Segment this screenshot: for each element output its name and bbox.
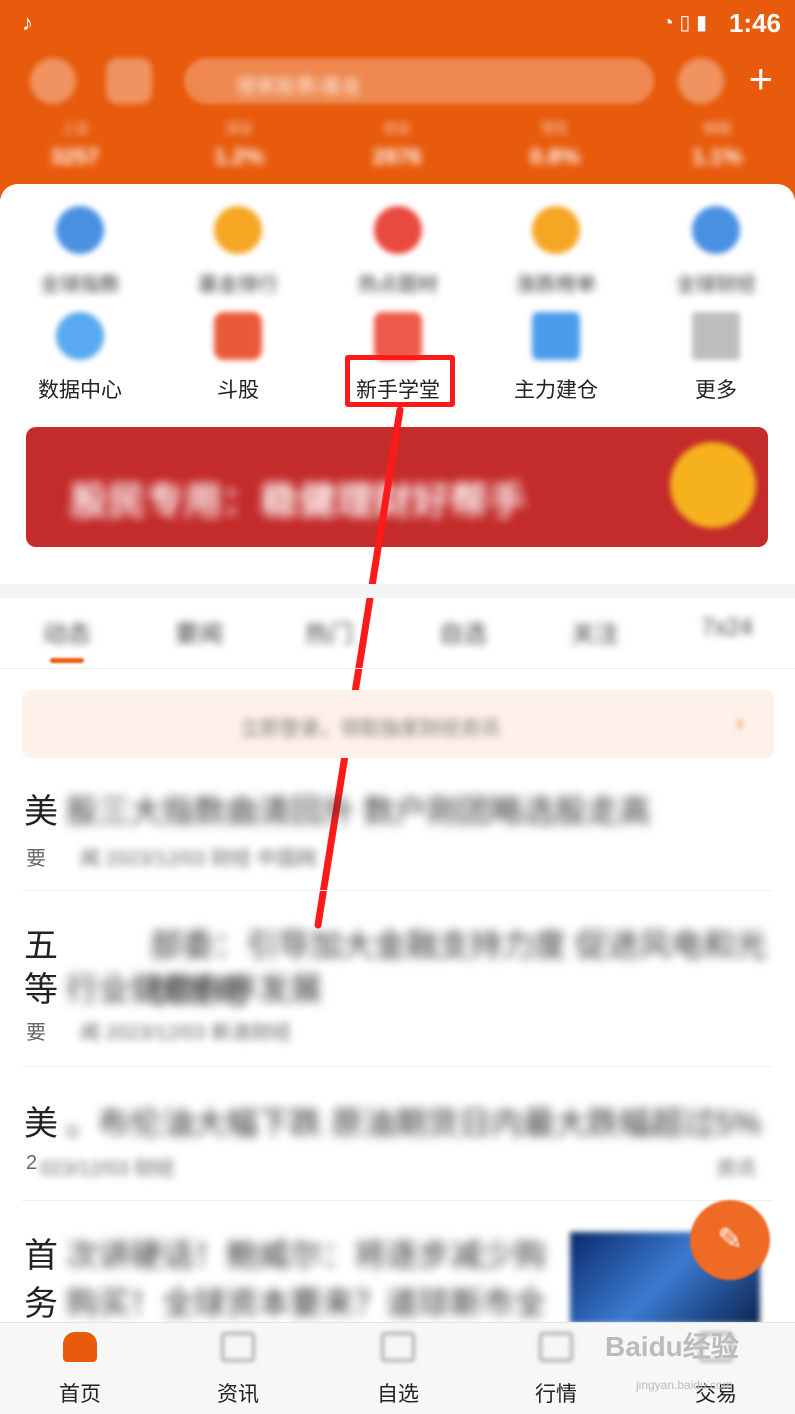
- nav-label: 行情: [535, 1383, 577, 1406]
- tab-active-indicator: [50, 658, 84, 663]
- divider: [0, 668, 795, 669]
- news-title[interactable]: 股三大指数曲清回升 数户刚团略选股走高: [66, 786, 651, 832]
- chevron-right-icon: ›: [736, 710, 744, 735]
- news-title-first-char: 等: [24, 971, 58, 1009]
- news-title-first-char: 务: [24, 1285, 58, 1323]
- news-title-first-char: 五: [24, 927, 58, 965]
- news-meta-first-char: 要: [26, 1022, 46, 1044]
- news-icon: [221, 1332, 255, 1362]
- news-meta-first-char: 2: [26, 1152, 38, 1174]
- compose-button[interactable]: ✎: [690, 1200, 770, 1280]
- tab-7x24[interactable]: 7x24: [672, 614, 782, 642]
- tab-dynamic[interactable]: 动态: [12, 614, 122, 649]
- nav-label: 资讯: [217, 1383, 259, 1406]
- news-title-first-char: 美: [24, 1105, 58, 1143]
- news-meta-tag: 资讯: [716, 1158, 756, 1180]
- watchlist-icon: [381, 1332, 415, 1362]
- home-icon: [63, 1332, 97, 1362]
- news-title-line2[interactable]: 购买！全球资本要来？道琼斯市全: [66, 1278, 546, 1324]
- divider: [22, 1066, 772, 1067]
- divider: [22, 890, 772, 891]
- nav-label: 自选: [377, 1383, 419, 1406]
- tab-follow[interactable]: 关注: [540, 614, 650, 649]
- news-meta: 闻 2023/12/03 财经 中国网: [80, 848, 317, 870]
- section-divider: [0, 584, 795, 598]
- nav-market[interactable]: 行情: [506, 1332, 606, 1408]
- login-notice-text: 立即登录，领取独家财经资讯: [240, 718, 500, 740]
- news-title[interactable]: 。布伦油大幅下跌 原油期货日内最大跌幅超过5%: [66, 1098, 761, 1144]
- nav-label: 首页: [59, 1383, 101, 1406]
- tab-hot[interactable]: 热门: [274, 614, 384, 649]
- watermark: Baidu经验: [605, 1331, 739, 1362]
- nav-news[interactable]: 资讯: [188, 1332, 288, 1408]
- news-meta-first-char: 要: [26, 848, 46, 870]
- tab-headline[interactable]: 要闻: [144, 614, 254, 649]
- news-meta: 023/12/03 财经: [40, 1158, 175, 1180]
- nav-watchlist[interactable]: 自选: [348, 1332, 448, 1408]
- watermark-url: jingyan.baidu.com: [636, 1378, 733, 1392]
- news-meta: 闻 2023/12/03 新浪财经: [80, 1022, 292, 1044]
- tab-watchlist[interactable]: 自选: [408, 614, 518, 649]
- nav-home[interactable]: 首页: [30, 1332, 130, 1408]
- news-title[interactable]: 次讲硬话！鲍威尔：将逐步减少购: [66, 1230, 546, 1276]
- news-title-first-char: 美: [24, 793, 58, 831]
- divider: [22, 1200, 772, 1201]
- news-title-line2[interactable]: 行业健康有序发展: [66, 964, 322, 1010]
- market-icon: [539, 1332, 573, 1362]
- news-title-first-char: 首: [24, 1237, 58, 1275]
